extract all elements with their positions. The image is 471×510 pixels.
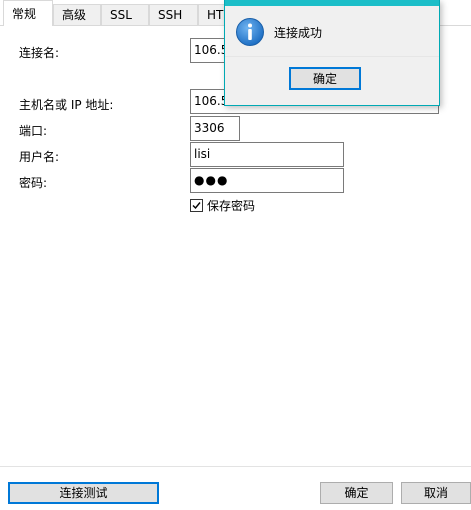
connection-name-label: 连接名:	[19, 46, 60, 60]
success-dialog: 连接成功 确定	[224, 0, 440, 106]
ok-button[interactable]: 确定	[320, 482, 393, 504]
password-value: ●●●	[194, 173, 229, 187]
save-password-label: 保存密码	[207, 199, 256, 213]
footer-divider	[0, 466, 471, 467]
tab-label: SSH	[158, 8, 183, 22]
username-input[interactable]: lisi	[190, 142, 344, 167]
tab-advanced[interactable]: 高级	[53, 4, 101, 25]
port-input[interactable]: 3306	[190, 116, 240, 141]
password-input[interactable]: ●●●	[190, 168, 344, 193]
dialog-ok-button[interactable]: 确定	[289, 67, 361, 90]
save-password-checkbox[interactable]	[190, 199, 203, 212]
checkmark-icon	[192, 202, 201, 210]
port-label: 端口:	[19, 124, 48, 138]
tab-ssl[interactable]: SSL	[101, 4, 149, 25]
tab-label: HT	[207, 8, 224, 22]
dialog-message: 连接成功	[274, 26, 323, 40]
tab-label: SSL	[110, 8, 132, 22]
host-label: 主机名或 IP 地址:	[19, 98, 114, 112]
cancel-button[interactable]: 取消	[401, 482, 471, 504]
dialog-titlebar[interactable]	[225, 0, 439, 6]
port-value: 3306	[194, 121, 225, 135]
password-label: 密码:	[19, 176, 48, 190]
tab-label: 高级	[62, 8, 87, 22]
tab-label: 常规	[12, 7, 37, 21]
dialog-footer-divider	[225, 56, 439, 57]
tab-ssh[interactable]: SSH	[149, 4, 198, 25]
username-label: 用户名:	[19, 150, 60, 164]
username-value: lisi	[194, 147, 211, 161]
info-icon	[236, 18, 264, 46]
test-connection-button[interactable]: 连接测试	[8, 482, 159, 504]
tab-general[interactable]: 常规	[3, 0, 53, 26]
